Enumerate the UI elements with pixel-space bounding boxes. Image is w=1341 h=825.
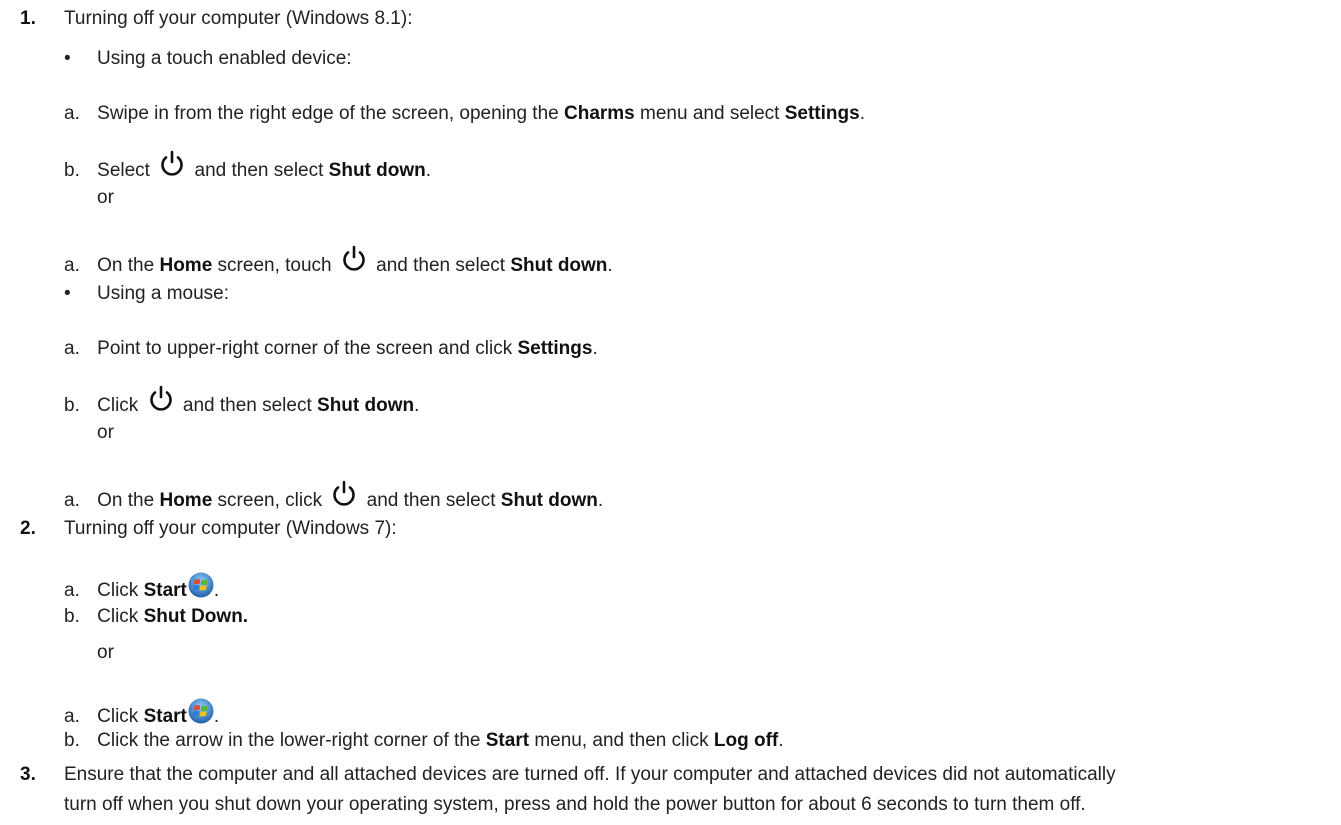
or-text: or	[97, 422, 114, 444]
step-letter: a.	[64, 255, 80, 276]
home-label: Home	[159, 490, 213, 511]
step-number: 1.	[20, 8, 36, 29]
instruction-text: .	[414, 395, 420, 416]
step-letter: b.	[64, 730, 80, 751]
instruction-text: .	[597, 490, 604, 511]
start-label: Start	[485, 730, 530, 751]
instruction-text: .	[213, 706, 220, 727]
instruction-text: screen, click	[212, 490, 328, 511]
instruction-text: and then select	[361, 490, 501, 511]
instruction-text: Point to upper-right corner of the scree…	[97, 338, 518, 359]
step-letter: a.	[64, 490, 80, 511]
instruction-text: .	[778, 730, 784, 751]
instruction-text: .	[592, 338, 598, 359]
shut-down-label: Shut down	[317, 395, 415, 416]
start-label: Start	[143, 706, 187, 727]
instruction-text: .	[859, 103, 865, 124]
instruction-text: Click the arrow in the lower-right corne…	[97, 730, 486, 751]
or-text: or	[97, 642, 114, 664]
step-2-text: Turning off your computer (Windows 7):	[64, 518, 397, 539]
step-number: 3.	[20, 764, 36, 785]
touch-step-a2: a. On the Home screen, touch and then se…	[64, 245, 613, 277]
shut-down-label: Shut down	[500, 490, 598, 511]
windows-start-icon	[188, 572, 214, 598]
settings-label: Settings	[517, 338, 593, 359]
instruction-text: .	[607, 255, 613, 276]
instruction-text: Click	[97, 706, 144, 727]
win7-step-b1: b. Click Shut Down.	[64, 606, 248, 628]
or-label: or	[97, 187, 114, 208]
step-letter: a.	[64, 103, 80, 124]
mouse-step-a1: a. Point to upper-right corner of the sc…	[64, 338, 598, 360]
step-letter: b.	[64, 606, 80, 627]
instruction-text: On the	[97, 255, 160, 276]
step-letter: a.	[64, 580, 80, 601]
or-text: or	[97, 187, 114, 209]
step-3-line-1: Ensure that the computer and all attache…	[64, 764, 1116, 785]
shut-down-label: Shut Down.	[143, 606, 249, 627]
step-3-continued: turn off when you shut down your operati…	[64, 794, 1086, 816]
or-label: or	[97, 642, 114, 663]
touch-step-a1: a. Swipe in from the right edge of the s…	[64, 103, 865, 125]
mouse-heading: Using a mouse:	[97, 283, 230, 304]
touch-heading: Using a touch enabled device:	[97, 48, 352, 69]
power-icon	[343, 245, 365, 271]
instruction-text: Click	[97, 606, 144, 627]
instruction-text: and then select	[370, 255, 511, 276]
instruction-text: Swipe in from the right edge of the scre…	[97, 103, 564, 124]
start-label: Start	[143, 580, 187, 601]
settings-label: Settings	[784, 103, 860, 124]
win7-step-b2: b. Click the arrow in the lower-right co…	[64, 730, 784, 752]
instruction-text: Select	[97, 160, 156, 181]
power-icon	[333, 480, 356, 506]
step-letter: a.	[64, 338, 80, 359]
home-label: Home	[159, 255, 213, 276]
instruction-text: Click	[97, 395, 144, 416]
instruction-text: menu, and then click	[529, 730, 714, 751]
instruction-text: and then select	[189, 160, 329, 181]
instruction-text: screen, touch	[212, 255, 337, 276]
step-letter: a.	[64, 706, 80, 727]
log-off-label: Log off	[713, 730, 779, 751]
instruction-text: menu and select	[634, 103, 785, 124]
bullet: •	[64, 283, 71, 304]
windows-start-icon	[188, 698, 214, 724]
step-1-text: Turning off your computer (Windows 8.1):	[64, 8, 413, 29]
bullet: •	[64, 48, 71, 69]
step-number: 2.	[20, 518, 36, 539]
instruction-text: .	[213, 580, 220, 601]
step-letter: b.	[64, 160, 80, 181]
instruction-text: Click	[97, 580, 144, 601]
mouse-step-b1: b. Click and then select Shut down.	[64, 385, 419, 417]
mouse-step-a2: a. On the Home screen, click and then se…	[64, 480, 603, 512]
or-label: or	[97, 422, 114, 443]
shut-down-label: Shut down	[510, 255, 608, 276]
win7-step-a1: a. Click Start.	[64, 572, 219, 602]
instruction-text: On the	[97, 490, 160, 511]
shut-down-label: Shut down	[328, 160, 426, 181]
power-icon	[149, 385, 172, 411]
step-3-line-2: turn off when you shut down your operati…	[64, 794, 1086, 815]
power-icon	[161, 150, 183, 176]
charms-label: Charms	[564, 103, 635, 124]
instruction-text: and then select	[177, 395, 318, 416]
win7-step-a2: a. Click Start.	[64, 698, 219, 728]
step-letter: b.	[64, 395, 80, 416]
instruction-text: .	[425, 160, 432, 181]
touch-step-b1: b. Select and then select Shut down.	[64, 150, 431, 182]
